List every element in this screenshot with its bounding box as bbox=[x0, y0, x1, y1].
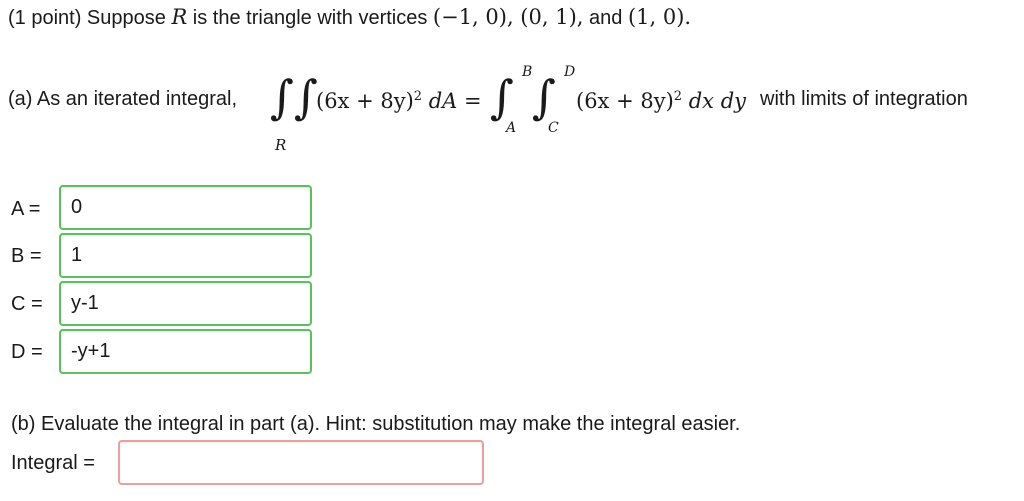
intro-prefix: (1 point) Suppose bbox=[8, 7, 172, 29]
lower-limit-inner: C bbox=[548, 120, 559, 136]
part-a-lead: (a) As an iterated integral, bbox=[8, 88, 238, 110]
problem-statement: (1 point) Suppose R is the triangle with… bbox=[8, 5, 691, 30]
inner-integral-icon: ∫ bbox=[532, 70, 556, 124]
integral-input[interactable] bbox=[118, 440, 484, 485]
label-b: B = bbox=[11, 245, 42, 267]
label-d: D = bbox=[11, 341, 43, 363]
intro-mid: is the triangle with vertices bbox=[187, 7, 433, 29]
double-integral-icon: ∫∫ bbox=[270, 70, 318, 124]
part-a-tail: with limits of integration bbox=[760, 88, 968, 110]
integral-label: Integral = bbox=[11, 452, 95, 474]
upper-limit-outer: B bbox=[522, 64, 533, 80]
part-b-text: (b) Evaluate the integral in part (a). H… bbox=[11, 413, 741, 435]
label-c: C = bbox=[11, 293, 43, 315]
label-a: A = bbox=[11, 198, 41, 220]
outer-integral-icon: ∫ bbox=[490, 70, 514, 124]
intro-and: and bbox=[583, 7, 628, 29]
limit-a-input[interactable] bbox=[59, 185, 312, 230]
lower-limit-outer: A bbox=[506, 120, 517, 136]
upper-limit-inner: D bbox=[564, 64, 576, 80]
vertices-1: (−1, 0), (0, 1), bbox=[432, 5, 584, 29]
region-symbol: R bbox=[171, 5, 188, 29]
vertices-2: (1, 0). bbox=[627, 5, 692, 29]
integrand-left: (6x + 8y)2 dA = bbox=[316, 89, 482, 113]
limit-d-input[interactable] bbox=[59, 329, 312, 374]
limit-c-input[interactable] bbox=[59, 281, 312, 326]
integrand-right: (6x + 8y)2 dx dy bbox=[576, 89, 747, 113]
limit-b-input[interactable] bbox=[59, 233, 312, 278]
region-label: R bbox=[275, 136, 287, 154]
